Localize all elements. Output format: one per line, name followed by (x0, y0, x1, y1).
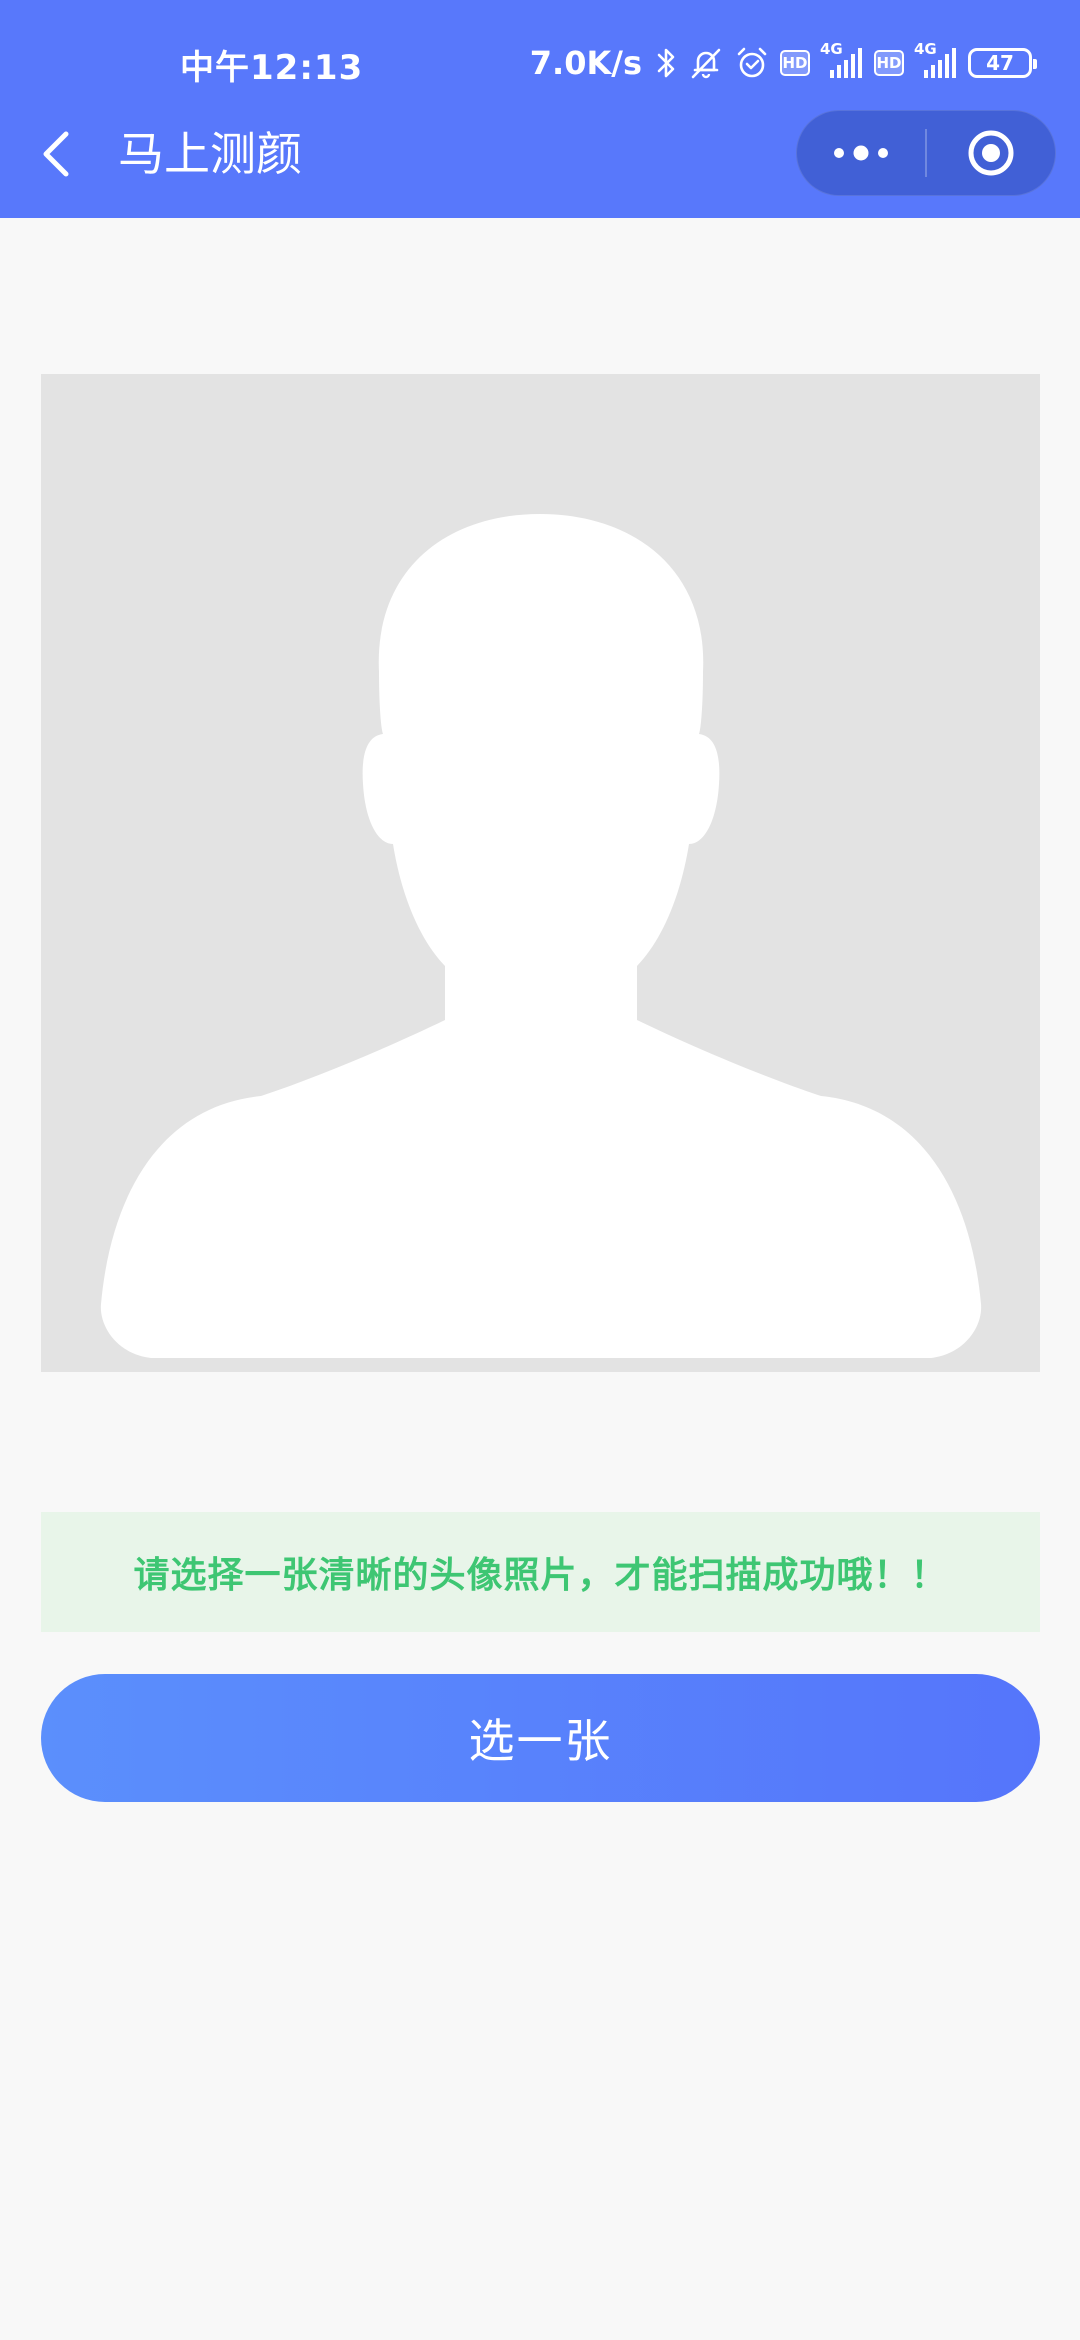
hd-badge-2: HD (874, 50, 904, 76)
mute-bell-icon (688, 45, 724, 81)
signal-1: 4G (820, 40, 864, 80)
avatar-placeholder[interactable] (41, 374, 1040, 1372)
choose-photo-button[interactable]: 选一张 (41, 1674, 1040, 1802)
back-button[interactable] (36, 124, 76, 184)
tip-banner: 请选择一张清晰的头像照片，才能扫描成功哦！！ (41, 1512, 1040, 1632)
battery-icon: 47 (968, 48, 1037, 78)
battery-level: 47 (986, 51, 1014, 75)
signal-1-label: 4G (820, 40, 843, 58)
header: 中午12:13 7.0K/s HD 4G HD 4G 47 马上测颜 (0, 0, 1080, 218)
status-time: 中午12:13 (180, 48, 364, 88)
alarm-icon (734, 45, 770, 81)
chevron-left-icon (43, 131, 69, 177)
app-root: 中午12:13 7.0K/s HD 4G HD 4G 47 马上测颜 请选择一张… (0, 0, 1080, 2340)
more-dots-icon (834, 145, 888, 161)
person-silhouette-icon (100, 514, 982, 1358)
hd-badge-1: HD (780, 50, 810, 76)
more-button[interactable] (797, 110, 925, 196)
mini-program-capsule (796, 110, 1056, 196)
page-title: 马上测颜 (118, 127, 302, 181)
close-button[interactable] (927, 110, 1055, 196)
target-circle-icon (968, 130, 1014, 176)
network-speed: 7.0K/s (529, 44, 642, 82)
signal-2: 4G (914, 40, 958, 80)
tip-text: 请选择一张清晰的头像照片，才能扫描成功哦！！ (133, 1555, 948, 1596)
signal-2-label: 4G (914, 40, 937, 58)
bluetooth-icon (656, 46, 678, 80)
status-icons: 7.0K/s HD 4G HD 4G 47 (529, 40, 1037, 86)
